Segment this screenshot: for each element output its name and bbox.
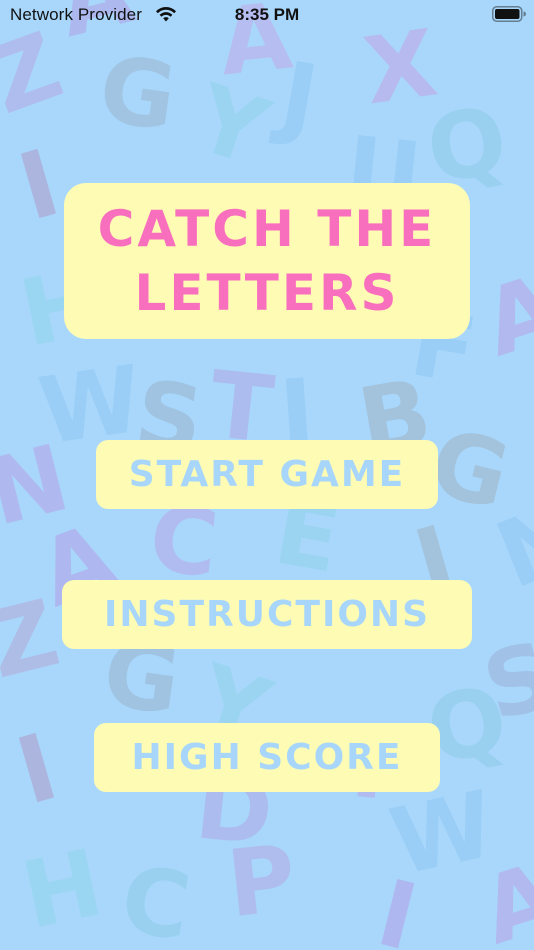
start-game-button[interactable]: START GAME xyxy=(96,440,438,509)
background-letter: Z xyxy=(0,11,75,136)
background-letter: I xyxy=(5,713,69,826)
background-letter: N xyxy=(482,481,534,610)
background-letter: I xyxy=(367,859,427,950)
background-letter: A xyxy=(471,253,534,378)
background-letter: C xyxy=(114,845,197,950)
background-letter: P xyxy=(222,824,301,939)
battery-icon xyxy=(492,6,526,22)
background-letter: I xyxy=(7,129,71,242)
background-letter: H xyxy=(13,829,112,950)
background-letter: A xyxy=(469,841,534,950)
status-bar: Network Provider 8:35 PM xyxy=(0,0,534,32)
background-letter: G xyxy=(92,35,183,152)
game-title: CATCH THE LETTERS xyxy=(97,200,437,322)
status-time: 8:35 PM xyxy=(234,5,300,24)
background-letter: Y xyxy=(183,64,280,187)
game-menu-screen: A Z G A Y J X I U Q H F A N S T J B W G … xyxy=(0,0,534,950)
instructions-button[interactable]: INSTRUCTIONS xyxy=(62,580,472,649)
high-score-button[interactable]: HIGH SCORE xyxy=(94,723,440,792)
game-title-panel: CATCH THE LETTERS xyxy=(64,183,470,339)
